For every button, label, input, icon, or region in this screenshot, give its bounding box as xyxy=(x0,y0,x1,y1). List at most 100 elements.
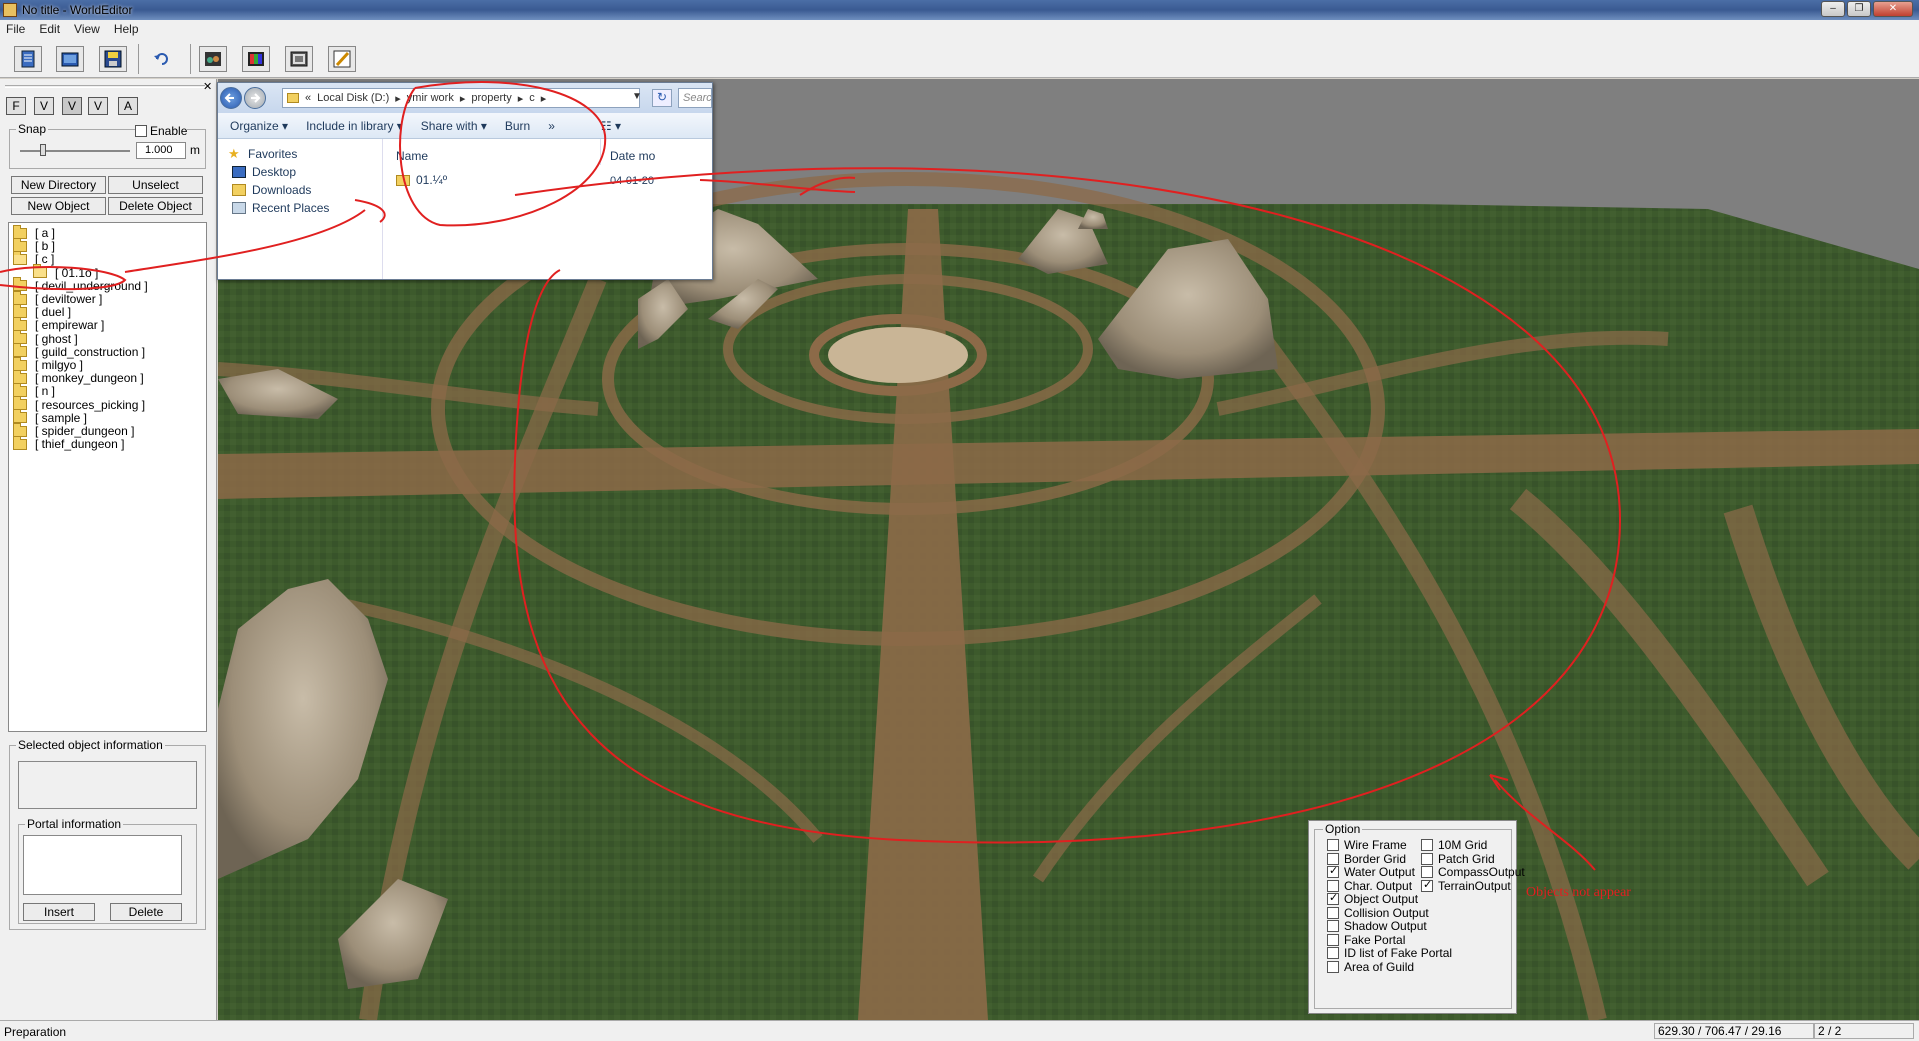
mode-button-v2[interactable]: V xyxy=(62,97,82,115)
file-row[interactable]: 01.¼º xyxy=(396,173,447,187)
option-item[interactable]: CompassOutput xyxy=(1421,865,1525,879)
new-object-button[interactable]: New Object xyxy=(11,197,106,215)
option-item[interactable]: Area of Guild xyxy=(1327,960,1414,974)
terrain-view-button[interactable] xyxy=(199,46,227,72)
column-date-header[interactable]: Date mo xyxy=(610,149,655,163)
more-commands-button[interactable]: » xyxy=(548,119,555,133)
file-explorer-window[interactable]: « Local Disk (D:) ▸ ymir work ▸ property… xyxy=(217,82,713,280)
tree-item[interactable]: [ guild_construction ] xyxy=(13,343,145,359)
option-checkbox[interactable] xyxy=(1421,866,1433,878)
share-with-menu[interactable]: Share with ▾ xyxy=(421,119,487,133)
menu-view[interactable]: View xyxy=(74,22,100,36)
back-button[interactable] xyxy=(220,87,242,109)
option-checkbox[interactable] xyxy=(1327,906,1339,919)
burn-button[interactable]: Burn xyxy=(505,119,530,133)
forward-button[interactable] xyxy=(244,87,266,109)
option-item[interactable]: ID list of Fake Portal xyxy=(1327,946,1452,960)
option-item[interactable]: Char. Output xyxy=(1327,879,1412,893)
option-item[interactable]: Collision Output xyxy=(1327,906,1429,920)
nav-desktop[interactable]: Desktop xyxy=(232,165,296,179)
delete-object-button[interactable]: Delete Object xyxy=(108,197,203,215)
brush-button[interactable] xyxy=(328,46,356,72)
breadcrumb-property[interactable]: property xyxy=(471,92,511,104)
option-item[interactable]: Patch Grid xyxy=(1421,852,1495,866)
option-checkbox[interactable] xyxy=(1327,864,1339,878)
close-button[interactable]: ✕ xyxy=(1873,1,1913,17)
minimize-button[interactable]: – xyxy=(1821,1,1845,17)
organize-menu[interactable]: Organize ▾ xyxy=(230,119,288,133)
mode-button-v3[interactable]: V xyxy=(88,97,108,115)
tree-item[interactable]: [ monkey_dungeon ] xyxy=(13,369,144,385)
column-name-header[interactable]: Name xyxy=(396,149,428,163)
refresh-icon[interactable]: ↻ xyxy=(652,89,672,107)
option-item[interactable]: TerrainOutput xyxy=(1421,878,1511,893)
nav-recent-places[interactable]: Recent Places xyxy=(232,201,329,215)
breadcrumb-separator[interactable]: ▸ xyxy=(518,92,524,105)
menu-edit[interactable]: Edit xyxy=(39,22,60,36)
breadcrumb-separator[interactable]: ▸ xyxy=(395,92,401,105)
unselect-button[interactable]: Unselect xyxy=(108,176,203,194)
maximize-button[interactable]: ❐ xyxy=(1847,1,1871,17)
snap-slider-thumb[interactable] xyxy=(40,144,46,156)
snap-enable-checkbox[interactable] xyxy=(135,125,147,137)
option-item[interactable]: Fake Portal xyxy=(1327,933,1405,947)
option-checkbox[interactable] xyxy=(1327,879,1339,892)
explorer-search-input[interactable]: Search xyxy=(678,88,712,108)
address-dropdown-icon[interactable]: ▼ xyxy=(632,91,642,102)
option-item[interactable]: Water Output xyxy=(1327,864,1415,879)
breadcrumb-ymir-work[interactable]: ymir work xyxy=(407,92,454,104)
option-item[interactable]: Border Grid xyxy=(1327,852,1406,866)
new-file-button[interactable] xyxy=(14,46,42,72)
panel-grip[interactable] xyxy=(5,85,205,88)
tree-item[interactable]: [ spider_dungeon ] xyxy=(13,422,134,438)
snap-value-input[interactable]: 1.000 xyxy=(136,142,186,159)
tree-item[interactable]: [ deviltower ] xyxy=(13,290,102,306)
tree-item[interactable]: [ 01.1o ] xyxy=(33,264,98,280)
panel-close-icon[interactable]: ✕ xyxy=(203,80,212,93)
option-checkbox[interactable] xyxy=(1421,852,1433,865)
save-button[interactable] xyxy=(99,46,127,72)
option-checkbox[interactable] xyxy=(1327,839,1339,851)
nav-favorites[interactable]: ★ Favorites xyxy=(228,147,297,161)
portal-list[interactable] xyxy=(23,835,182,895)
option-item[interactable]: Object Output xyxy=(1327,891,1418,906)
option-checkbox[interactable] xyxy=(1327,947,1339,959)
breadcrumb-separator[interactable]: ▸ xyxy=(460,92,466,105)
tree-item[interactable]: [ empirewar ] xyxy=(13,316,104,332)
tree-item[interactable]: [ milgyo ] xyxy=(13,356,83,372)
option-checkbox[interactable] xyxy=(1327,933,1339,946)
explorer-file-list[interactable]: Name Date mo 01.¼º 04-01-20 xyxy=(384,139,712,279)
breadcrumb[interactable]: « Local Disk (D:) ▸ ymir work ▸ property… xyxy=(282,88,640,108)
mode-button-a[interactable]: A xyxy=(118,97,138,115)
breadcrumb-c[interactable]: c xyxy=(529,92,535,104)
mode-button-f[interactable]: F xyxy=(6,97,26,115)
option-checkbox[interactable] xyxy=(1327,960,1339,973)
map-view-button[interactable] xyxy=(285,46,313,72)
open-button[interactable] xyxy=(56,46,84,72)
tree-item[interactable]: [ sample ] xyxy=(13,409,87,425)
menu-help[interactable]: Help xyxy=(114,22,139,36)
portal-insert-button[interactable]: Insert xyxy=(23,903,95,921)
option-checkbox[interactable] xyxy=(1421,839,1433,851)
menu-file[interactable]: File xyxy=(6,22,25,36)
breadcrumb-local-disk[interactable]: Local Disk (D:) xyxy=(317,92,389,104)
tree-item[interactable]: [ thief_dungeon ] xyxy=(13,435,124,451)
tree-item[interactable]: [ devil_underground ] xyxy=(13,277,148,293)
tree-item[interactable]: [ ghost ] xyxy=(13,330,78,346)
portal-delete-button[interactable]: Delete xyxy=(110,903,182,921)
color-view-button[interactable] xyxy=(242,46,270,72)
view-options-icon[interactable]: ☷ ▾ xyxy=(601,119,621,133)
tree-item[interactable]: [ duel ] xyxy=(13,303,71,319)
option-item[interactable]: Wire Frame xyxy=(1327,838,1407,852)
nav-downloads[interactable]: Downloads xyxy=(232,183,311,197)
option-item[interactable]: Shadow Output xyxy=(1327,919,1427,933)
option-checkbox[interactable] xyxy=(1327,920,1339,932)
option-checkbox[interactable] xyxy=(1421,878,1433,892)
option-item[interactable]: 10M Grid xyxy=(1421,838,1487,852)
mode-button-v1[interactable]: V xyxy=(34,97,54,115)
breadcrumb-separator[interactable]: ▸ xyxy=(541,92,547,105)
new-directory-button[interactable]: New Directory xyxy=(11,176,106,194)
tree-item[interactable]: [ resources_picking ] xyxy=(13,396,145,412)
title-bar[interactable]: No title - WorldEditor – ❐ ✕ xyxy=(0,0,1919,20)
option-checkbox[interactable] xyxy=(1327,852,1339,865)
